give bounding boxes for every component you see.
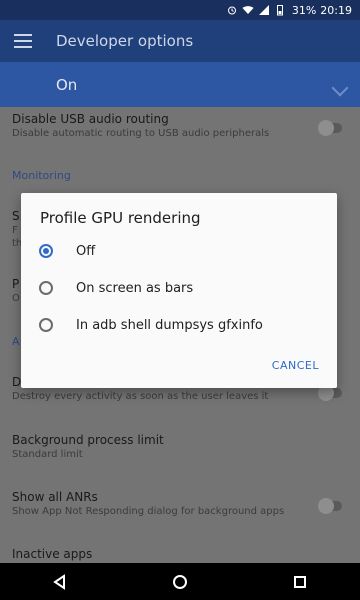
usb-audio-toggle[interactable] bbox=[318, 120, 342, 136]
recents-icon bbox=[294, 575, 306, 588]
status-icons: 31% 20:19 bbox=[226, 4, 352, 17]
show-all-anrs-toggle[interactable] bbox=[318, 498, 342, 514]
page-title: Developer options bbox=[56, 32, 194, 50]
radio-unselected-icon[interactable] bbox=[39, 318, 53, 332]
setting-usb-audio[interactable]: Disable USB audio routing Disable automa… bbox=[12, 112, 348, 139]
navigation-bar bbox=[0, 563, 360, 600]
signal-icon bbox=[258, 5, 269, 15]
recents-button[interactable] bbox=[284, 566, 316, 598]
setting-subtitle: Disable automatic routing to USB audio p… bbox=[12, 128, 270, 139]
alarm-icon bbox=[227, 6, 236, 15]
radio-selected-icon[interactable] bbox=[39, 244, 53, 258]
setting-title: Background process limit bbox=[12, 433, 164, 447]
dont-keep-activities-toggle[interactable] bbox=[318, 385, 342, 401]
battery-icon bbox=[276, 5, 283, 16]
section-header-apps: A bbox=[12, 335, 20, 348]
master-switch-label: On bbox=[56, 75, 78, 94]
setting-show-all-anrs[interactable]: Show all ANRs Show App Not Responding di… bbox=[12, 490, 348, 517]
setting-subtitle: Destroy every activity as soon as the us… bbox=[12, 391, 269, 402]
back-button[interactable] bbox=[44, 566, 76, 598]
app-bar: Developer options bbox=[0, 20, 360, 62]
chevron-down-icon bbox=[331, 79, 349, 97]
wifi-icon bbox=[242, 6, 254, 14]
setting-title: Show all ANRs bbox=[12, 490, 98, 504]
option-label: On screen as bars bbox=[76, 280, 194, 296]
setting-subtitle: Standard limit bbox=[12, 449, 83, 460]
radio-unselected-icon[interactable] bbox=[39, 281, 53, 295]
master-switch-bar[interactable]: On bbox=[0, 62, 360, 107]
option-label: Off bbox=[76, 243, 96, 259]
clock: 20:19 bbox=[320, 3, 352, 17]
option-label: In adb shell dumpsys gfxinfo bbox=[76, 317, 263, 333]
setting-inactive-apps[interactable]: Inactive apps bbox=[12, 547, 348, 561]
profile-gpu-rendering-dialog: Profile GPU rendering Off On screen as b… bbox=[21, 193, 337, 388]
dialog-title: Profile GPU rendering bbox=[40, 209, 201, 227]
option-off[interactable]: Off bbox=[39, 239, 95, 263]
status-bar: 31% 20:19 bbox=[0, 0, 360, 20]
home-button[interactable] bbox=[164, 566, 196, 598]
cancel-button[interactable]: CANCEL bbox=[272, 359, 319, 372]
setting-title: Inactive apps bbox=[12, 547, 93, 561]
home-icon bbox=[173, 574, 187, 589]
setting-background-process-limit[interactable]: Background process limit Standard limit bbox=[12, 433, 348, 460]
option-adb-shell-dumpsys[interactable]: In adb shell dumpsys gfxinfo bbox=[39, 313, 263, 337]
section-header-monitoring: Monitoring bbox=[12, 169, 71, 182]
battery-percent: 31% bbox=[291, 3, 317, 17]
setting-title: Disable USB audio routing bbox=[12, 112, 169, 126]
setting-subtitle: Show App Not Responding dialog for backg… bbox=[12, 506, 285, 517]
menu-icon[interactable] bbox=[14, 34, 32, 48]
back-icon bbox=[53, 573, 65, 590]
option-on-screen-as-bars[interactable]: On screen as bars bbox=[39, 276, 193, 300]
